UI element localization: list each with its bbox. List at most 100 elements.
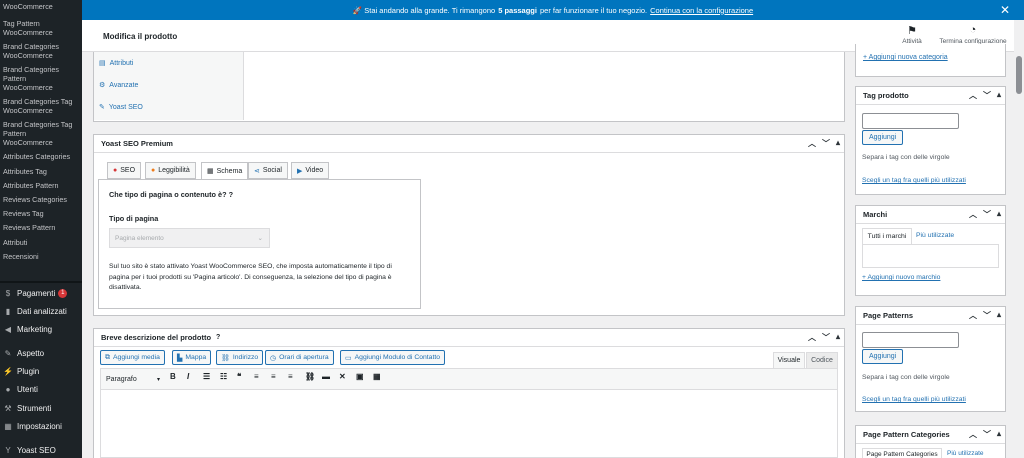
chevron-down-icon[interactable]: ﹀ xyxy=(983,429,991,440)
submenu-item[interactable]: Brand Categories Tag WooCommerce xyxy=(3,96,81,117)
align-right-icon[interactable]: ≡ xyxy=(288,372,293,381)
finish-setup-button[interactable]: ◔ Termina configurazione xyxy=(934,24,1012,45)
brand-tab-most-used[interactable]: Più utilizzate xyxy=(916,232,954,239)
yoast-tab-video[interactable]: ▶ Video xyxy=(291,162,330,179)
add-media-button[interactable]: ⧉ Aggiungi media xyxy=(100,350,165,365)
chevron-up-icon[interactable]: ︿ xyxy=(969,209,977,220)
tab-attributi[interactable]: ▤ Attributi xyxy=(94,52,243,74)
triangle-up-icon[interactable]: ▴ xyxy=(836,332,840,343)
add-tag-button[interactable]: Aggiungi xyxy=(862,130,904,145)
italic-icon[interactable]: I xyxy=(187,372,189,381)
submenu-item[interactable]: Attributes Pattern xyxy=(3,179,79,191)
box-header[interactable]: Marchi ︿ ﹀ ▴ xyxy=(856,206,1005,224)
activity-button[interactable]: ⚑ Attività xyxy=(897,24,927,45)
choose-pattern-tags-link[interactable]: Scegli un tag fra quelli più utilizzati xyxy=(862,396,966,403)
editor-body[interactable] xyxy=(100,390,838,458)
submenu-item[interactable]: Reviews Tag xyxy=(3,208,79,220)
menu-impostazioni[interactable]: ▦ Impostazioni xyxy=(0,419,82,433)
address-button[interactable]: ⛓ Indirizzo xyxy=(216,350,264,365)
menu-aspetto[interactable]: ✎ Aspetto xyxy=(0,346,82,360)
triangle-up-icon[interactable]: ▴ xyxy=(997,310,1001,321)
align-center-icon[interactable]: ≡ xyxy=(271,372,276,381)
chevron-up-icon[interactable]: ︿ xyxy=(969,90,977,101)
tab-avanzate[interactable]: ⚙ Avanzate xyxy=(94,74,243,96)
submenu-item[interactable]: Brand Categories Pattern WooCommerce xyxy=(3,63,63,93)
submenu-item[interactable]: Attributes Tag xyxy=(3,165,79,177)
opening-hours-button[interactable]: ◷ Orari di apertura xyxy=(265,350,334,365)
triangle-up-icon[interactable]: ▴ xyxy=(997,209,1001,220)
continue-setup-link[interactable]: Continua con la configurazione xyxy=(650,6,753,15)
chevron-up-icon[interactable]: ︿ xyxy=(808,138,816,149)
brand-checklist[interactable] xyxy=(862,244,999,268)
triangle-up-icon[interactable]: ▴ xyxy=(997,429,1001,440)
toolbar-toggle-icon[interactable]: ▣ xyxy=(356,372,364,381)
bullet-list-icon[interactable]: ☰ xyxy=(203,372,210,381)
page-scrollbar[interactable] xyxy=(1014,20,1024,458)
submenu-item[interactable]: Reviews Pattern xyxy=(3,222,79,234)
keyboard-icon[interactable]: ▦ xyxy=(373,372,381,381)
chevron-down-icon[interactable]: ﹀ xyxy=(822,332,830,343)
box-controls: ︿ ﹀ ▴ xyxy=(969,209,1001,220)
submenu-item[interactable]: Brand Categories Tag Pattern WooCommerce xyxy=(3,119,73,149)
map-button[interactable]: ▙ Mappa xyxy=(172,350,212,365)
numbered-list-icon[interactable]: ☷ xyxy=(220,372,227,381)
submenu-item[interactable]: Attributes Categories xyxy=(3,151,79,163)
submenu-item[interactable]: Reviews Categories xyxy=(3,194,79,206)
add-category-link[interactable]: + Aggiungi nuova categoria xyxy=(863,54,948,61)
pattern-cat-tab-most-used[interactable]: Più utilizzate xyxy=(947,450,984,457)
menu-plugin[interactable]: ⚡ Plugin xyxy=(0,364,82,378)
close-icon[interactable]: ✕ xyxy=(1000,3,1010,17)
yoast-tab-leggibilita[interactable]: ● Leggibilità xyxy=(145,162,196,179)
scroll-thumb[interactable] xyxy=(1016,56,1022,94)
submenu-item[interactable]: Tag Pattern WooCommerce xyxy=(3,17,73,38)
chevron-down-icon[interactable]: ﹀ xyxy=(983,90,991,101)
chevron-down-icon[interactable]: ﹀ xyxy=(983,209,991,220)
box-header[interactable]: Tag prodotto ︿ ﹀ ▴ xyxy=(856,87,1005,105)
triangle-up-icon[interactable]: ▴ xyxy=(836,138,840,149)
menu-marketing[interactable]: ◀ Marketing xyxy=(0,322,82,336)
yoast-tab-social[interactable]: ⋖ Social xyxy=(248,162,288,179)
tab-yoast-seo[interactable]: ✎ Yoast SEO xyxy=(94,96,243,118)
submenu-item[interactable]: Brand Categories WooCommerce xyxy=(3,40,73,61)
chevron-up-icon[interactable]: ︿ xyxy=(969,429,977,440)
menu-pagamenti[interactable]: $ Pagamenti 1 xyxy=(0,286,82,300)
yoast-tab-schema[interactable]: ▦ Schema xyxy=(201,162,249,180)
box-header[interactable]: Yoast SEO Premium ︿ ﹀ ▴ xyxy=(94,135,844,153)
pattern-tag-input[interactable] xyxy=(862,332,959,348)
menu-strumenti[interactable]: ⚒ Strumenti xyxy=(0,401,82,415)
visual-tab[interactable]: Visuale xyxy=(773,352,805,368)
help-icon[interactable]: ? xyxy=(216,334,220,341)
quote-icon[interactable]: ❝ xyxy=(237,372,241,381)
chevron-up-icon[interactable]: ︿ xyxy=(969,310,977,321)
choose-tags-link[interactable]: Scegli un tag fra quelli più utilizzati xyxy=(862,177,966,184)
tag-input[interactable] xyxy=(862,113,959,129)
add-brand-link[interactable]: + Aggiungi nuovo marchio xyxy=(862,274,940,281)
box-header[interactable]: Page Patterns ︿ ﹀ ▴ xyxy=(856,307,1005,325)
box-header[interactable]: Breve descrizione del prodotto ? ︿ ﹀ ▴ xyxy=(94,329,844,347)
align-left-icon[interactable]: ≡ xyxy=(254,372,259,381)
fullscreen-icon[interactable]: ✕ xyxy=(339,372,346,381)
submenu-item[interactable]: WooCommerce xyxy=(3,0,79,12)
add-contact-form-button[interactable]: ▭ Aggiungi Modulo di Contatto xyxy=(340,350,446,365)
chevron-down-icon[interactable]: ﹀ xyxy=(983,310,991,321)
bold-icon[interactable]: B xyxy=(170,372,176,381)
link-icon[interactable]: ⛓ xyxy=(305,372,315,381)
code-tab[interactable]: Codice xyxy=(806,352,838,368)
add-pattern-tag-button[interactable]: Aggiungi xyxy=(862,349,904,364)
menu-yoast-seo[interactable]: Y Yoast SEO xyxy=(0,443,82,457)
submenu-item[interactable]: Attributi xyxy=(3,236,79,248)
pattern-cat-tab-all[interactable]: Page Pattern Categories xyxy=(862,448,942,458)
brand-tab-all[interactable]: Tutti i marchi xyxy=(862,228,912,244)
help-icon[interactable]: ? xyxy=(229,190,233,199)
submenu-item[interactable]: Recensioni xyxy=(3,250,79,262)
page-type-label: Tipo di pagina xyxy=(109,214,159,223)
box-header[interactable]: Page Pattern Categories ︿ ﹀ ▴ xyxy=(856,426,1005,444)
chevron-up-icon[interactable]: ︿ xyxy=(808,332,816,343)
chevron-down-icon[interactable]: ﹀ xyxy=(822,138,830,149)
yoast-tab-seo[interactable]: ● SEO xyxy=(107,162,142,179)
triangle-up-icon[interactable]: ▴ xyxy=(997,90,1001,101)
menu-dati-analizzati[interactable]: ▮ Dati analizzati xyxy=(0,304,82,318)
format-select[interactable]: Paragrafo ▾ xyxy=(106,373,162,386)
read-more-icon[interactable]: ▬ xyxy=(322,372,330,381)
menu-utenti[interactable]: ● Utenti xyxy=(0,382,82,396)
